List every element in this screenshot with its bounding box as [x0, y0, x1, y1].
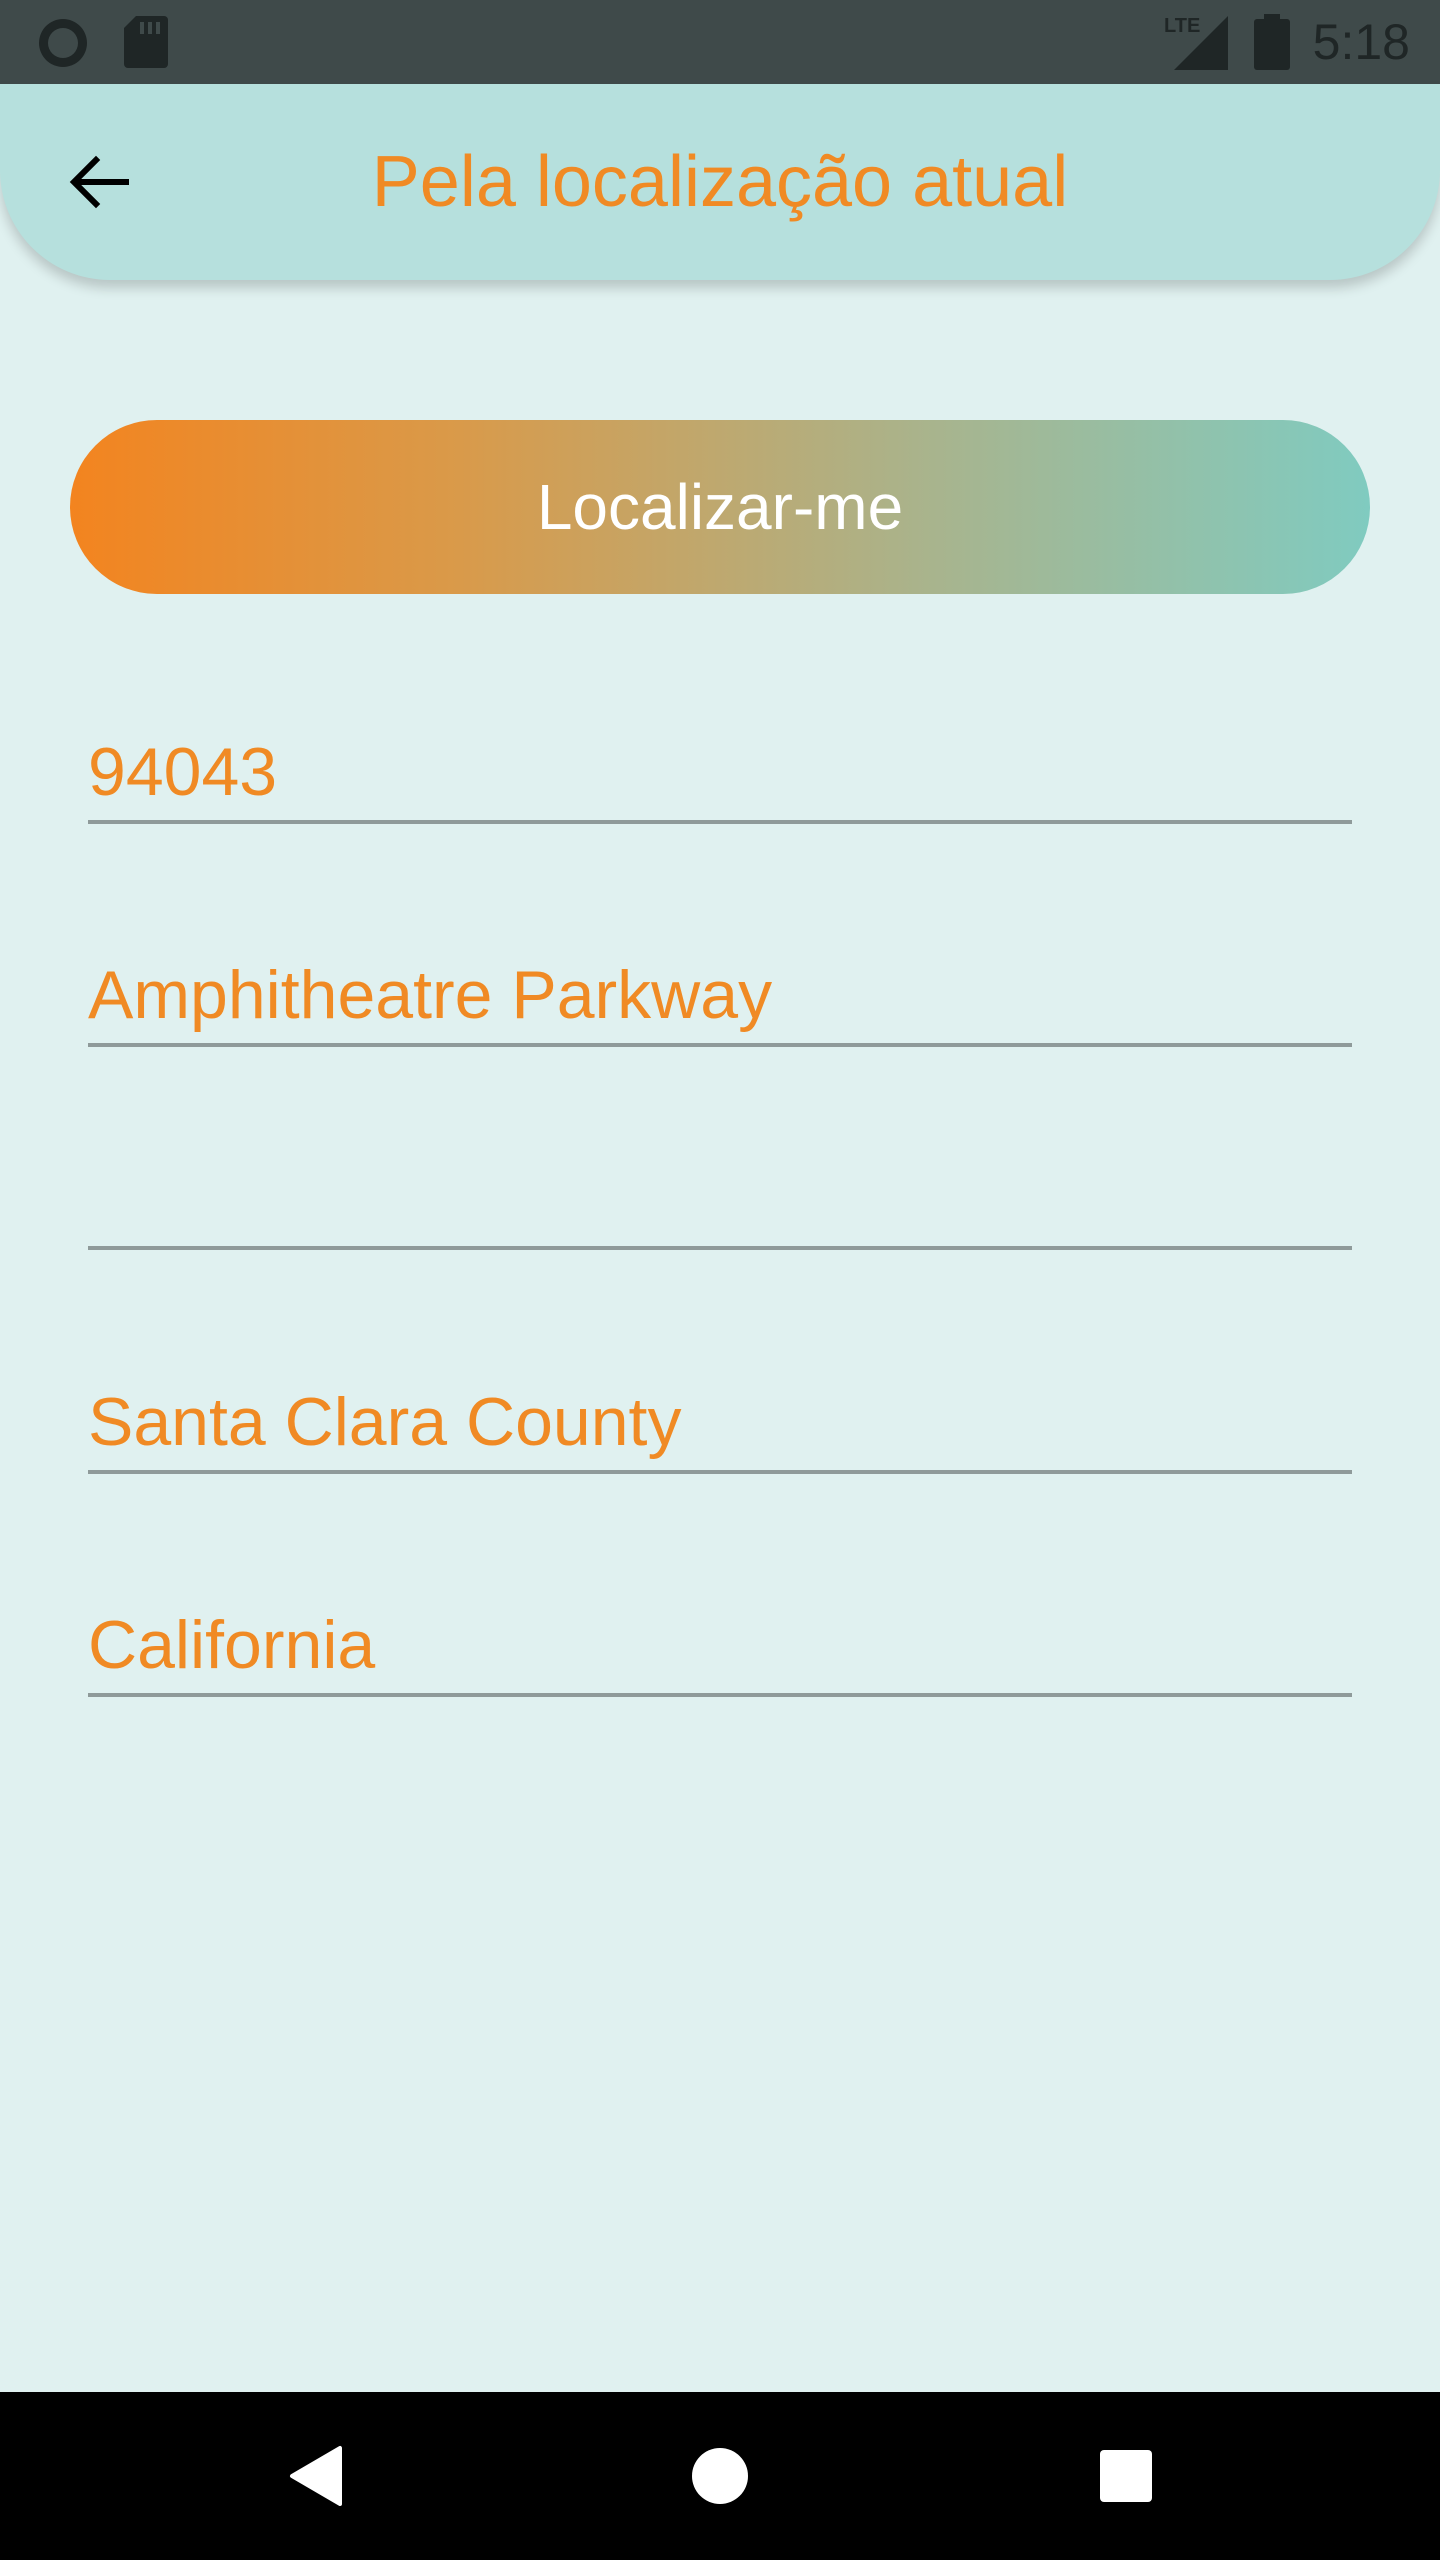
postal-code-input[interactable] — [88, 724, 1352, 820]
county-input[interactable] — [88, 1374, 1352, 1470]
navigation-bar — [0, 2392, 1440, 2560]
street-input[interactable] — [88, 947, 1352, 1043]
battery-icon — [1254, 14, 1290, 75]
svg-text:LTE: LTE — [1164, 15, 1200, 37]
screen: LTE 5:18 Pela localização atual Localiza… — [0, 0, 1440, 2560]
number-input[interactable] — [88, 1150, 1352, 1246]
lte-signal-icon: LTE — [1160, 12, 1228, 75]
page-title: Pela localização atual — [371, 142, 1069, 222]
nav-back-button[interactable] — [276, 2436, 356, 2516]
sd-card-icon — [124, 16, 168, 73]
status-bar: LTE 5:18 — [0, 0, 1440, 84]
nav-recents-button[interactable] — [1086, 2436, 1166, 2516]
state-input[interactable] — [88, 1597, 1352, 1693]
back-triangle-icon — [290, 2446, 342, 2506]
state-field — [88, 1597, 1352, 1697]
status-time: 5:18 — [1312, 14, 1410, 70]
back-button[interactable] — [56, 140, 140, 224]
number-field — [88, 1150, 1352, 1250]
app-bar: Pela localização atual — [0, 84, 1440, 280]
locate-me-button[interactable]: Localizar-me — [70, 420, 1370, 594]
nav-home-button[interactable] — [680, 2436, 760, 2516]
county-field — [88, 1374, 1352, 1474]
home-circle-icon — [692, 2448, 748, 2504]
recents-square-icon — [1100, 2450, 1152, 2502]
arrow-back-icon — [69, 155, 129, 209]
record-icon — [34, 14, 92, 77]
postal-code-field — [88, 724, 1352, 824]
street-field — [88, 947, 1352, 1047]
